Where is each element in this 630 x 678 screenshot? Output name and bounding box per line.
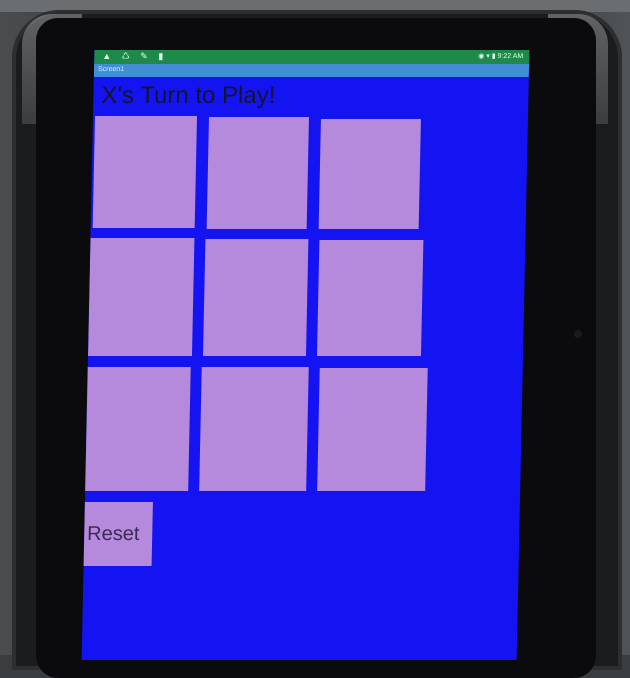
- board-cell-5[interactable]: [202, 239, 309, 356]
- board-cell-1[interactable]: [92, 116, 198, 228]
- app-title: Screen1: [97, 66, 125, 73]
- board-cell-6[interactable]: [316, 240, 424, 356]
- status-right-group: ◉ ▾ ▮ 9:22 AM: [478, 52, 523, 60]
- app-title-bar: Screen1: [93, 64, 530, 77]
- board-cell-7[interactable]: [81, 367, 191, 491]
- board-cell-4[interactable]: [87, 238, 195, 356]
- reset-button[interactable]: Reset: [81, 502, 153, 566]
- sensor-dot: [574, 330, 582, 338]
- board-cell-2[interactable]: [206, 117, 309, 229]
- board-cell-3[interactable]: [318, 119, 421, 229]
- status-bar: ▲ ♺ ✎ ▮ ◉ ▾ ▮ 9:22 AM: [94, 50, 530, 64]
- app-screen: ▲ ♺ ✎ ▮ ◉ ▾ ▮ 9:22 AM Screen1 X's Turn t…: [81, 50, 530, 660]
- status-time: 9:22 AM: [497, 53, 524, 60]
- board-cell-8[interactable]: [199, 367, 309, 491]
- board-cell-9[interactable]: [317, 368, 428, 491]
- turn-indicator: X's Turn to Play!: [101, 82, 276, 109]
- status-notification-icons: ▲ ♺ ✎ ▮: [102, 51, 168, 61]
- wifi-icon: ◉ ▾ ▮: [478, 53, 498, 60]
